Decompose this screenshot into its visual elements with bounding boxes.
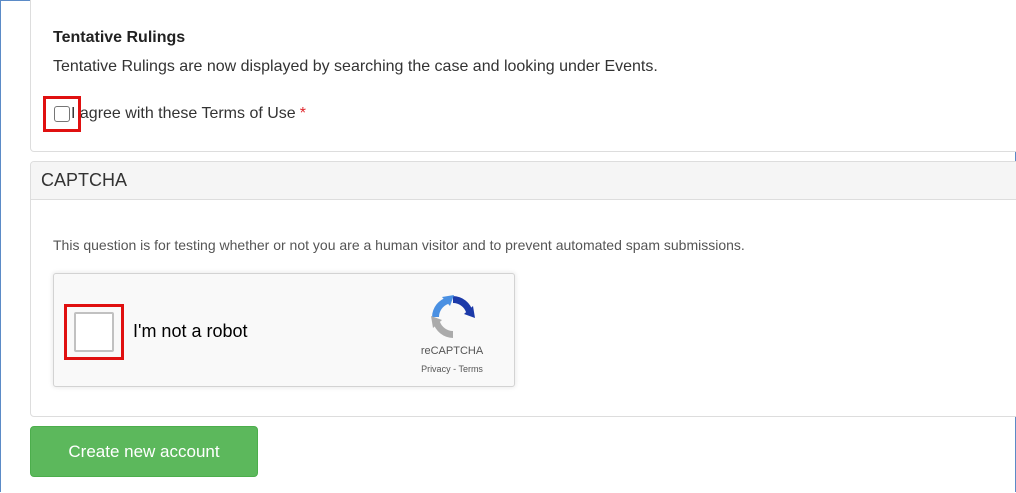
not-a-robot-checkbox[interactable] [74,312,114,352]
recaptcha-links: Privacy - Terms [410,364,494,374]
terms-panel: Tentative Rulings Tentative Rulings are … [30,0,1016,152]
agree-terms-checkbox[interactable] [54,106,70,122]
captcha-header: CAPTCHA [31,162,1016,200]
robot-checkbox-highlight [64,304,124,360]
terms-text: Tentative Rulings are now displayed by s… [53,58,658,75]
recaptcha-widget: I'm not a robot reCAPTCHA Privacy - Term… [53,273,515,387]
not-a-robot-label: I'm not a robot [133,321,248,341]
recaptcha-privacy-link[interactable]: Privacy [421,364,451,374]
captcha-panel: CAPTCHA This question is for testing whe… [30,161,1016,417]
captcha-description: This question is for testing whether or … [53,237,745,253]
agree-checkbox-highlight [43,96,81,132]
recaptcha-link-separator: - [453,364,457,374]
recaptcha-logo-icon [431,295,475,338]
agree-terms-row[interactable]: I agree with these Terms of Use * [43,96,306,132]
create-account-button[interactable]: Create new account [30,426,258,477]
agree-terms-label[interactable]: I agree with these Terms of Use [71,105,296,123]
terms-heading: Tentative Rulings [53,29,186,46]
required-marker: * [299,105,306,122]
recaptcha-brand: reCAPTCHA [420,345,484,357]
recaptcha-terms-link[interactable]: Terms [458,364,483,374]
